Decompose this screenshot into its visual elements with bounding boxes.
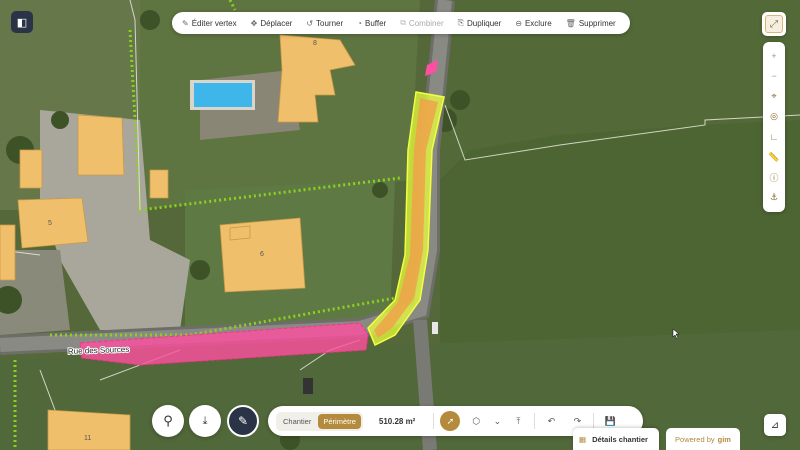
- brand-logo: gim: [717, 434, 731, 444]
- buffer-icon: ◔: [357, 18, 362, 28]
- delete-label: Supprimer: [578, 18, 616, 28]
- exclude-icon: ⊖: [515, 18, 522, 28]
- search-button[interactable]: ⚲: [152, 405, 184, 437]
- target-icon: ◎: [770, 111, 778, 122]
- move-icon: ✥: [250, 18, 258, 28]
- info-button[interactable]: ⓘ: [767, 171, 781, 185]
- building-a: [77, 114, 125, 176]
- search-icon: ⚲: [163, 413, 173, 428]
- sidebar-icon: ◧: [16, 16, 28, 29]
- angle-measure-button[interactable]: ∟: [767, 130, 781, 144]
- undo-icon: ↶: [547, 415, 556, 426]
- pen-icon: ✎: [237, 414, 249, 428]
- set-square-icon: ⊿: [770, 419, 780, 431]
- ruler-icon: 📏: [768, 151, 780, 162]
- sidebar-toggle-button[interactable]: ◧: [11, 11, 33, 33]
- download-tray-icon: ⤓: [202, 414, 208, 427]
- duplicate-label: Dupliquer: [467, 18, 502, 28]
- focus-button[interactable]: ◎: [767, 110, 781, 124]
- building-number-6: 6: [260, 251, 264, 258]
- plus-icon: +: [771, 51, 777, 62]
- move-label: Déplacer: [260, 18, 293, 28]
- building-number-8: 8: [313, 40, 317, 47]
- anchor-icon: ⚓: [769, 192, 779, 203]
- zoom-in-button[interactable]: +: [767, 49, 781, 63]
- cursor-icon: ➚: [446, 415, 455, 426]
- building-icon: ▦: [579, 434, 587, 444]
- exclude-label: Exclure: [524, 18, 552, 28]
- polygon-tool-button[interactable]: ⬡: [466, 411, 486, 431]
- trash-icon: 🗑: [565, 18, 576, 28]
- map-tools-panel: + − ⌖ ◎ ∟ 📏 ⓘ ⚓: [763, 42, 785, 212]
- divider: [433, 413, 435, 429]
- divider: [534, 413, 536, 429]
- edit-vertex-label: Éditer vertex: [191, 18, 237, 28]
- map-pin-icon: ⌖: [771, 91, 777, 102]
- save-icon: 💾: [604, 415, 616, 426]
- divider: [593, 413, 595, 429]
- polygon-tool-dropdown[interactable]: ⌄: [492, 411, 502, 431]
- details-chantier-label: Détails chantier: [592, 434, 648, 444]
- edit-toolbar: ✎ Éditer vertex ✥ Déplacer ↺ Tourner ◔ B…: [172, 12, 630, 34]
- locate-button[interactable]: ⌖: [767, 90, 781, 104]
- duplicate-icon: ⎘: [457, 18, 465, 27]
- fit-extent-button[interactable]: ⤢: [762, 12, 786, 36]
- upload-icon: ⤒: [516, 415, 521, 426]
- buffer-label: Buffer: [365, 18, 387, 28]
- anchor-button[interactable]: ⚓: [767, 191, 781, 205]
- powered-by-text: Powered by: [675, 434, 715, 444]
- measure-button[interactable]: 📏: [767, 150, 781, 164]
- rotate-button[interactable]: ↺ Tourner: [306, 19, 343, 28]
- duplicate-button[interactable]: ⎘ Dupliquer: [458, 18, 502, 28]
- rotate-icon: ↺: [306, 18, 314, 28]
- edit-mode-button[interactable]: ✎: [227, 405, 259, 437]
- building-number-5: 5: [48, 220, 52, 227]
- tab-chantier[interactable]: Chantier: [278, 414, 316, 429]
- info-icon: ⓘ: [769, 173, 779, 184]
- delete-button[interactable]: 🗑 Supprimer: [566, 19, 616, 28]
- undo-button[interactable]: ↶: [541, 411, 561, 431]
- pencil-icon: ✎: [182, 18, 189, 28]
- combine-button[interactable]: ⧉ Combiner: [400, 18, 443, 28]
- move-button[interactable]: ✥ Déplacer: [251, 19, 293, 28]
- tab-perimetre[interactable]: Périmètre: [318, 413, 361, 429]
- building-11: [47, 409, 131, 450]
- import-button[interactable]: ⤓: [189, 405, 221, 437]
- building-5: [17, 197, 89, 249]
- combine-label: Combiner: [408, 18, 444, 28]
- details-chantier-tab[interactable]: ▦ Détails chantier: [573, 428, 659, 450]
- building-number-11: 11: [84, 435, 91, 442]
- hexagon-icon: ⬡: [472, 415, 481, 426]
- rotate-label: Tourner: [316, 18, 344, 28]
- area-value: 510.28 m²: [378, 416, 416, 426]
- angle-icon: ∟: [769, 132, 779, 143]
- chevron-down-icon: ⌄: [493, 415, 502, 426]
- zoom-out-button[interactable]: −: [767, 69, 781, 83]
- edit-vertex-button[interactable]: ✎ Éditer vertex: [182, 19, 237, 28]
- expand-icon: ⤢: [765, 15, 783, 33]
- powered-by-badge[interactable]: Powered by gim: [666, 428, 740, 450]
- buffer-button[interactable]: ◔ Buffer: [357, 19, 386, 28]
- redo-icon: ↷: [573, 415, 582, 426]
- select-tool-button[interactable]: ➚: [440, 411, 461, 431]
- exclude-button[interactable]: ⊖ Exclure: [515, 19, 551, 28]
- map-canvas[interactable]: 8 5 6 11 Rue des Sources: [0, 0, 800, 450]
- layer-segment-control: Chantier Périmètre: [276, 411, 363, 431]
- upload-button[interactable]: ⤒: [508, 411, 528, 431]
- combine-icon: ⧉: [400, 18, 406, 27]
- scale-button[interactable]: ⊿: [764, 414, 786, 436]
- minus-icon: −: [771, 71, 777, 82]
